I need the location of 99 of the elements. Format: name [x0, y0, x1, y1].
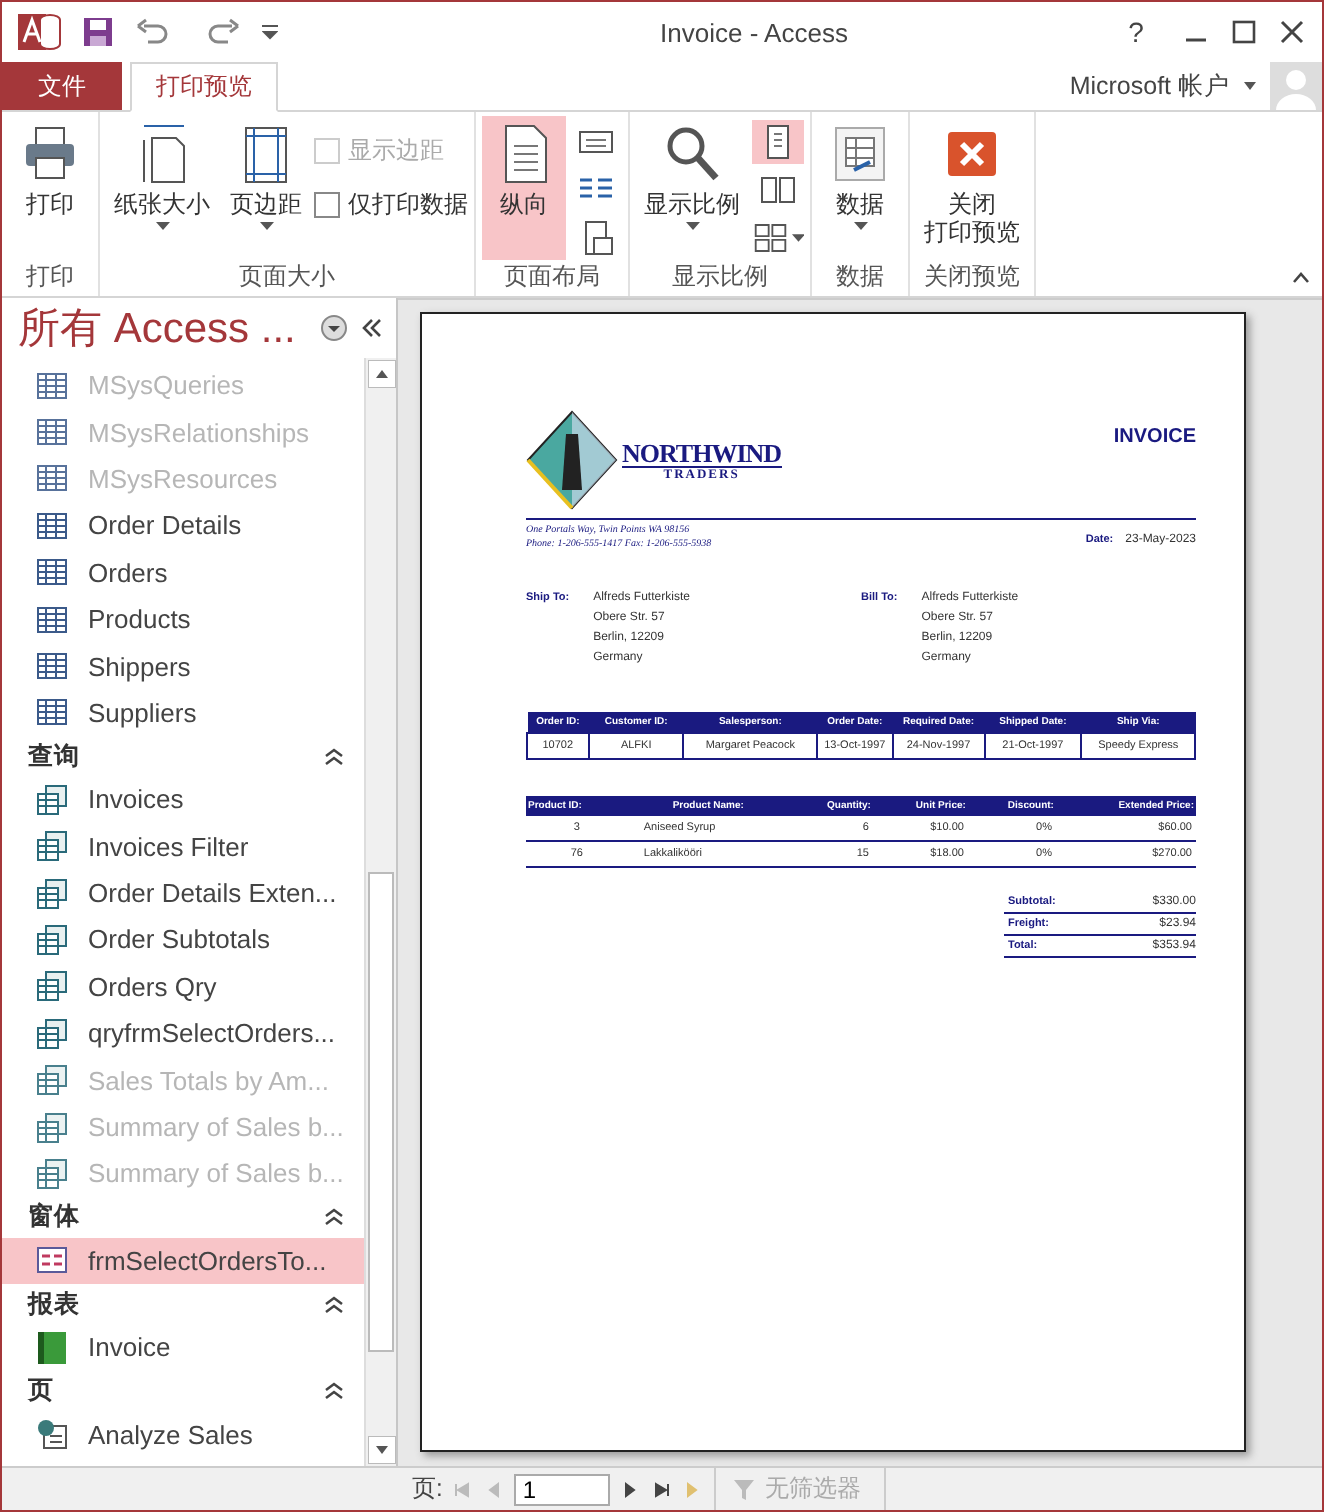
report-icon: [36, 1331, 68, 1364]
table-icon: [36, 509, 68, 542]
funnel-icon: [732, 1477, 757, 1501]
table-refresh-icon: [830, 122, 890, 186]
table-icon: [36, 416, 68, 449]
ribbon-button[interactable]: 页边距: [222, 116, 310, 260]
query-icon: [36, 923, 68, 956]
help-button[interactable]: ?: [1110, 16, 1162, 48]
report-title: INVOICE: [1113, 426, 1196, 448]
save-icon[interactable]: [82, 16, 114, 48]
nav-item[interactable]: Orders Qry: [2, 963, 364, 1011]
close-icon[interactable]: [1278, 20, 1306, 44]
nav-item[interactable]: Products: [2, 595, 364, 643]
caret-icon: [685, 222, 699, 231]
maximize-icon[interactable]: [1230, 20, 1258, 44]
dropdown-icon[interactable]: [320, 314, 348, 342]
nav-group-label: 窗体: [28, 1200, 80, 1235]
collapse-ribbon-icon[interactable]: [1292, 272, 1310, 284]
nav-pane-title[interactable]: 所有 Access ...: [18, 300, 308, 356]
group-label: 数据: [834, 260, 886, 294]
first-page-icon: [454, 1481, 471, 1497]
query-icon: [36, 783, 68, 816]
ribbon-tab[interactable]: 打印预览: [130, 62, 278, 112]
group-label: 页面大小: [237, 260, 337, 294]
form-icon: [36, 1244, 68, 1277]
caret-icon[interactable]: [1242, 80, 1258, 92]
company-name: NORTHWIND: [622, 439, 782, 467]
nav-group-header[interactable]: 页: [2, 1370, 364, 1411]
table-icon: [36, 696, 68, 729]
query-icon: [36, 830, 68, 863]
table-icon: [36, 369, 68, 402]
scroll-up-icon[interactable]: [368, 360, 396, 388]
magnifier-icon: [662, 122, 722, 186]
ribbon-button[interactable]: 纸张大小: [106, 116, 218, 260]
web-page-icon: [36, 1418, 68, 1451]
checkbox[interactable]: [314, 192, 340, 218]
ribbon-button[interactable]: 打印: [8, 116, 92, 260]
group-label: 关闭预览: [922, 260, 1022, 294]
nav-item[interactable]: Suppliers: [2, 689, 364, 737]
app-logo-icon: [18, 12, 62, 52]
nav-item[interactable]: frmSelectOrdersTo...: [2, 1237, 364, 1285]
query-icon: [36, 1064, 68, 1097]
query-icon: [36, 1017, 68, 1050]
table-icon: [36, 462, 68, 495]
nav-group-label: 页: [28, 1373, 54, 1408]
caret-icon: [155, 222, 169, 231]
nav-item[interactable]: Order Subtotals: [2, 916, 364, 964]
nav-item[interactable]: Invoices: [2, 776, 364, 824]
page-number-field[interactable]: 1: [514, 1473, 611, 1505]
nav-group-header[interactable]: 报表: [2, 1284, 364, 1325]
ribbon-icon-button[interactable]: [752, 120, 804, 164]
query-icon: [36, 970, 68, 1003]
table-icon: [36, 556, 68, 589]
caret-icon: [853, 222, 867, 231]
page-label: 页:: [412, 1472, 443, 1506]
collapse-pane-icon[interactable]: [360, 318, 384, 338]
ribbon-button[interactable]: 关闭 打印预览: [916, 116, 1028, 260]
nav-item[interactable]: Invoice: [2, 1324, 364, 1371]
customize-icon[interactable]: [262, 24, 278, 40]
ribbon-button[interactable]: 数据: [818, 116, 902, 260]
group-label: 显示比例: [670, 260, 770, 294]
table-icon: [36, 650, 68, 683]
nav-group-header[interactable]: 查询: [2, 736, 364, 777]
scroll-thumb[interactable]: [368, 872, 394, 1352]
last-page-icon: [654, 1481, 671, 1497]
ribbon-button[interactable]: 显示比例: [636, 116, 748, 260]
collapse-icon: [324, 1295, 344, 1314]
query-icon: [36, 877, 68, 910]
ribbon-button[interactable]: 纵向: [482, 116, 566, 260]
previous-icon: [486, 1481, 503, 1497]
nav-item[interactable]: Analyze Sales: [2, 1410, 364, 1458]
collapse-icon: [324, 1208, 344, 1227]
scroll-down-icon[interactable]: [368, 1436, 396, 1464]
nav-item[interactable]: Invoices Filter: [2, 823, 364, 870]
file-tab[interactable]: 文件: [2, 62, 122, 110]
nav-group-label: 查询: [28, 739, 80, 774]
nav-item[interactable]: Orders: [2, 549, 364, 596]
new-record-icon: [686, 1481, 703, 1497]
query-icon: [36, 1157, 68, 1190]
table-icon: [36, 603, 68, 636]
nav-group-label: 报表: [28, 1287, 80, 1322]
more-pages-icon: [752, 218, 790, 258]
group-label: 打印: [24, 260, 76, 294]
caret-icon: [791, 234, 804, 242]
group-label: 页面布局: [502, 260, 602, 294]
collapse-icon: [324, 1381, 344, 1400]
nav-item[interactable]: qryfrmSelectOrders...: [2, 1010, 364, 1057]
nav-group-header[interactable]: 窗体: [2, 1197, 364, 1238]
nav-item[interactable]: Order Details: [2, 502, 364, 550]
window-title: Invoice - Access: [658, 17, 850, 47]
collapse-icon: [324, 747, 344, 766]
lighthouse-logo-icon: [526, 410, 618, 510]
nav-item[interactable]: Order Details Exten...: [2, 869, 364, 917]
nav-item[interactable]: Shippers: [2, 642, 364, 690]
caret-icon: [259, 222, 273, 231]
account-label[interactable]: Microsoft 帐户: [1069, 69, 1242, 103]
checkbox-option[interactable]: 仅打印数据: [314, 188, 468, 222]
next-icon: [622, 1481, 639, 1497]
query-icon: [36, 1111, 68, 1144]
